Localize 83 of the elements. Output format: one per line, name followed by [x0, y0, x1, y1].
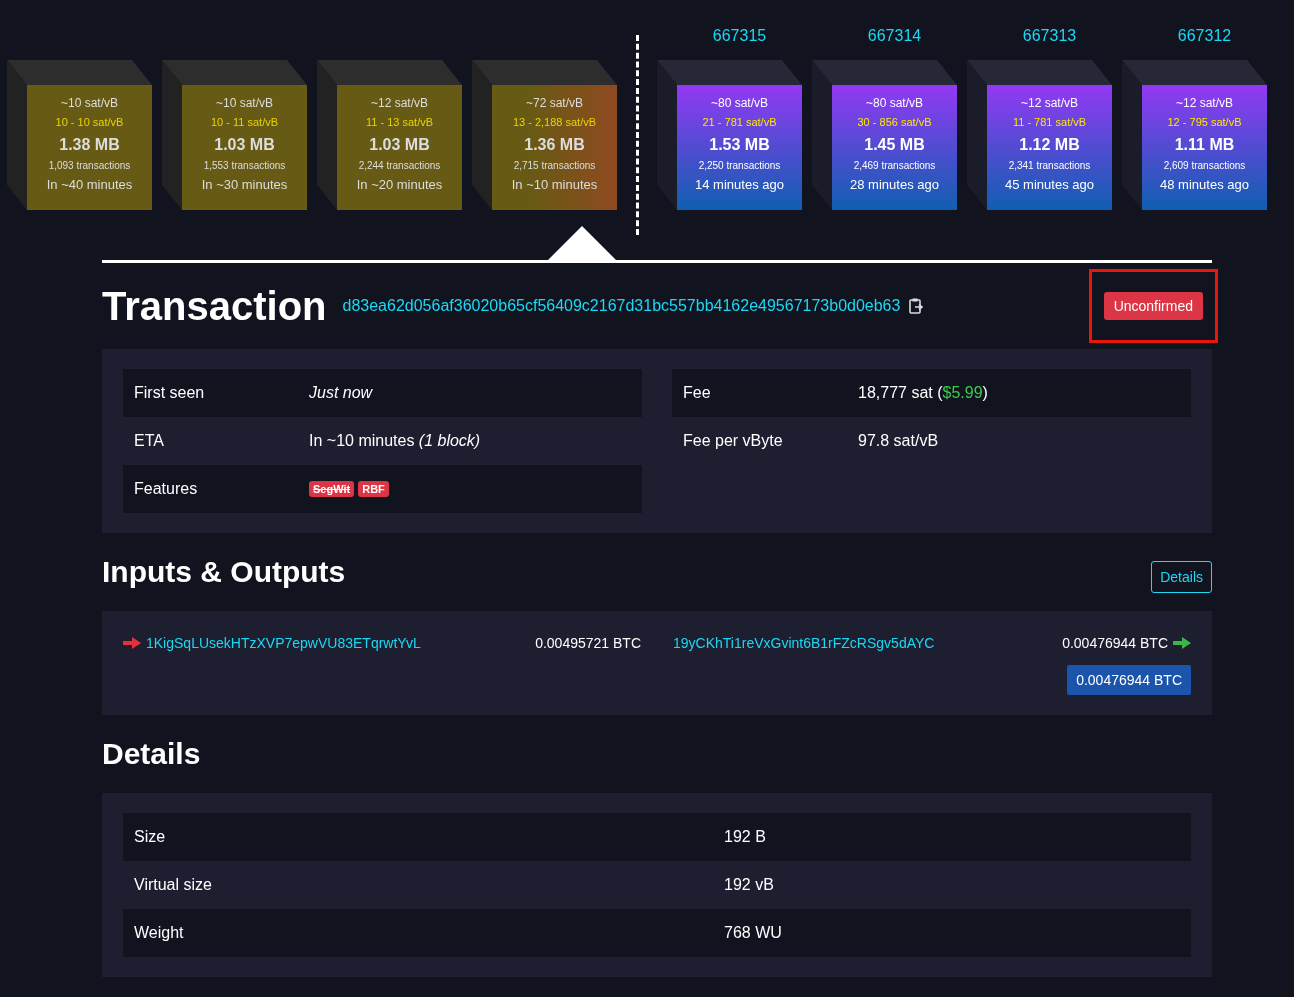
- block-size: 1.53 MB: [709, 136, 770, 154]
- mempool-block[interactable]: ~12 sat/vB 11 - 13 sat/vB 1.03 MB 2,244 transactions In ~20 minutes: [337, 85, 462, 210]
- block-size: 1.11 MB: [1174, 136, 1235, 154]
- field-label: Fee per vByte: [683, 432, 784, 450]
- transaction-count: 2,341 transactions: [1008, 160, 1091, 171]
- median-fee: ~12 sat/vB: [1020, 96, 1078, 110]
- status-badge: Unconfirmed: [1103, 292, 1203, 320]
- amount: 0.00495721 BTC: [535, 635, 641, 651]
- field-label: First seen: [134, 384, 206, 402]
- fee-range: 11 - 13 sat/vB: [365, 116, 434, 128]
- block-time: 48 minutes ago: [1160, 177, 1249, 192]
- field-label: Features: [134, 480, 199, 498]
- block-size: 1.38 MB: [59, 136, 120, 154]
- median-fee: ~80 sat/vB: [865, 96, 923, 110]
- transaction-count: 2,609 transactions: [1163, 160, 1246, 171]
- total-amount-badge: 0.00476944 BTC: [1067, 665, 1191, 695]
- block-eta: In ~30 minutes: [201, 177, 288, 192]
- details-button[interactable]: Details: [1151, 561, 1212, 593]
- mined-block[interactable]: ~80 sat/vB 30 - 856 sat/vB 1.45 MB 2,469 transactions 28 minutes ago: [832, 85, 957, 210]
- block-height-link[interactable]: 667312: [1142, 27, 1267, 45]
- transaction-count: 2,715 transactions: [513, 160, 596, 171]
- address-link[interactable]: 19yCKhTi1reVxGvint6B1rFZcRSgv5dAYC: [673, 635, 1063, 651]
- transaction-count: 1,553 transactions: [203, 160, 286, 171]
- mined-block[interactable]: ~12 sat/vB 12 - 795 sat/vB 1.11 MB 2,609 transactions 48 minutes ago: [1142, 85, 1267, 210]
- block-time: 14 minutes ago: [695, 177, 784, 192]
- field-value: 192 B: [724, 828, 766, 846]
- block-height-link[interactable]: 667313: [987, 27, 1112, 45]
- median-fee: ~12 sat/vB: [370, 96, 428, 110]
- mined-block[interactable]: ~12 sat/vB 11 - 781 sat/vB 1.12 MB 2,341 transactions 45 minutes ago: [987, 85, 1112, 210]
- field-label: Weight: [134, 924, 185, 942]
- field-value: 192 vB: [724, 876, 774, 894]
- field-value: Just now: [309, 384, 373, 402]
- block-size: 1.12 MB: [1019, 136, 1080, 154]
- block-size: 1.36 MB: [524, 136, 585, 154]
- fee-range: 10 - 11 sat/vB: [210, 116, 279, 128]
- field-value: 18,777 sat ($5.99): [858, 384, 988, 402]
- median-fee: ~10 sat/vB: [60, 96, 118, 110]
- block-size: 1.03 MB: [214, 136, 275, 154]
- feature-tag: RBF: [358, 481, 389, 497]
- fee-range: 10 - 10 sat/vB: [55, 116, 124, 128]
- fee-range: 30 - 856 sat/vB: [857, 116, 932, 128]
- block-height-link[interactable]: 667315: [677, 27, 802, 45]
- txid-link[interactable]: d83ea62d056af36020b65cf56409c2167d31bc557bb4162e49567173b0d0eb63: [342, 297, 901, 315]
- block-eta: In ~10 minutes: [511, 177, 598, 192]
- median-fee: ~80 sat/vB: [710, 96, 768, 110]
- median-fee: ~72 sat/vB: [525, 96, 583, 110]
- fee-range: 13 - 2,188 sat/vB: [512, 116, 597, 128]
- block-time: 45 minutes ago: [1005, 177, 1094, 192]
- page-title: Transaction: [102, 283, 327, 329]
- block-height-link[interactable]: 667314: [832, 27, 957, 45]
- field-value: 97.8 sat/vB: [858, 432, 939, 450]
- median-fee: ~10 sat/vB: [215, 96, 273, 110]
- transaction-count: 2,250 transactions: [698, 160, 781, 171]
- field-value: 768 WU: [724, 924, 782, 942]
- section-title: Details: [102, 736, 202, 772]
- field-label: Fee: [683, 384, 712, 402]
- field-label: Size: [134, 828, 167, 846]
- field-label: Virtual size: [134, 876, 213, 894]
- clipboard-icon[interactable]: [909, 298, 924, 314]
- median-fee: ~12 sat/vB: [1175, 96, 1233, 110]
- fee-range: 12 - 795 sat/vB: [1167, 116, 1242, 128]
- arrow-icon: [1173, 637, 1191, 649]
- transaction-count: 2,469 transactions: [853, 160, 936, 171]
- block-eta: In ~40 minutes: [46, 177, 133, 192]
- field-label: ETA: [134, 432, 165, 450]
- transaction-count: 2,244 transactions: [358, 160, 441, 171]
- mined-block[interactable]: ~80 sat/vB 21 - 781 sat/vB 1.53 MB 2,250 transactions 14 minutes ago: [677, 85, 802, 210]
- block-eta: In ~20 minutes: [356, 177, 443, 192]
- field-value: In ~10 minutes (1 block): [309, 432, 481, 450]
- transaction-count: 1,093 transactions: [48, 160, 131, 171]
- block-size: 1.45 MB: [864, 136, 925, 154]
- feature-tag: SegWit: [309, 481, 355, 497]
- block-time: 28 minutes ago: [850, 177, 939, 192]
- section-title: Inputs & Outputs: [102, 555, 346, 589]
- mempool-block[interactable]: ~10 sat/vB 10 - 11 sat/vB 1.03 MB 1,553 transactions In ~30 minutes: [182, 85, 307, 210]
- amount: 0.00476944 BTC: [1062, 635, 1168, 651]
- fee-range: 21 - 781 sat/vB: [702, 116, 777, 128]
- block-size: 1.03 MB: [369, 136, 430, 154]
- mempool-block[interactable]: ~72 sat/vB 13 - 2,188 sat/vB 1.36 MB 2,715 transactions In ~10 minutes: [492, 85, 617, 210]
- arrow-icon: [123, 637, 141, 649]
- mempool-block[interactable]: ~10 sat/vB 10 - 10 sat/vB 1.38 MB 1,093 transactions In ~40 minutes: [27, 85, 152, 210]
- address-link[interactable]: 1KigSqLUsekHTzXVP7epwVU83ETqrwtYvL: [146, 635, 536, 651]
- fee-range: 11 - 781 sat/vB: [1012, 116, 1087, 128]
